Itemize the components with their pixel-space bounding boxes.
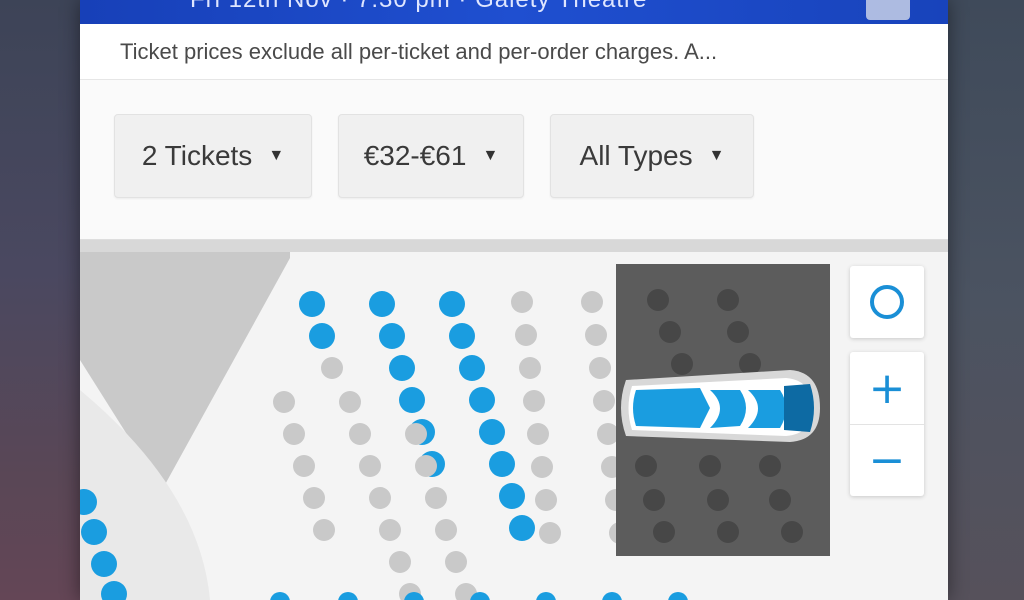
zoom-controls: + − [850, 352, 924, 496]
zoom-in-button[interactable]: + [850, 352, 924, 424]
preview-seat [769, 489, 791, 511]
reset-view-control[interactable] [850, 266, 924, 338]
preview-seat [647, 289, 669, 311]
event-header: Fri 12th Nov · 7:30 pm · Gaiety Theatre [80, 0, 948, 24]
unavailable-seat [273, 391, 295, 413]
header-menu-button[interactable] [866, 0, 910, 20]
price-notice-bar[interactable]: Ticket prices exclude all per-ticket and… [80, 24, 948, 80]
unavailable-seat [313, 519, 335, 541]
unavailable-seat [369, 487, 391, 509]
available-seat[interactable] [469, 387, 495, 413]
available-seat[interactable] [509, 515, 535, 541]
available-seat[interactable] [489, 451, 515, 477]
available-seat[interactable] [536, 592, 556, 600]
unavailable-seat [519, 357, 541, 379]
available-seat[interactable] [270, 592, 290, 600]
available-seat[interactable] [399, 387, 425, 413]
unavailable-seat [589, 357, 611, 379]
unavailable-seat [511, 291, 533, 313]
unavailable-seat [415, 455, 437, 477]
preview-seat [717, 521, 739, 543]
unavailable-seat [303, 487, 325, 509]
available-seat[interactable] [299, 291, 325, 317]
preview-seat [671, 353, 693, 375]
available-seat[interactable] [81, 519, 107, 545]
price-range-value: €32-€61 [363, 140, 467, 171]
filter-bar: 2 Tickets ▼ €32-€61 ▼ All Types ▼ [80, 80, 948, 240]
ticket-type-value: All Types [579, 140, 693, 171]
preview-seat [717, 289, 739, 311]
unavailable-seat [445, 551, 467, 573]
preview-seat [659, 321, 681, 343]
backdrop [948, 0, 1024, 600]
unavailable-seat [359, 455, 381, 477]
unavailable-seat [405, 423, 427, 445]
preview-seat [653, 521, 675, 543]
unavailable-seat [349, 423, 371, 445]
stage-view-thumbnail [621, 370, 820, 442]
unavailable-seat [389, 551, 411, 573]
unavailable-seat [531, 456, 553, 478]
unavailable-seat [527, 423, 549, 445]
preview-seat [699, 455, 721, 477]
chevron-down-icon: ▼ [708, 147, 725, 164]
zoom-out-button[interactable]: − [850, 424, 924, 496]
event-title: Fri 12th Nov · 7:30 pm · Gaiety Theatre [190, 0, 647, 14]
preview-seat [727, 321, 749, 343]
price-range-dropdown[interactable]: €32-€61 ▼ [338, 114, 524, 198]
unavailable-seat [593, 390, 615, 412]
available-seat[interactable] [499, 483, 525, 509]
available-seat[interactable] [668, 592, 688, 600]
seat-map-canvas[interactable] [80, 240, 948, 600]
map-top-edge [80, 240, 948, 252]
available-seat[interactable] [309, 323, 335, 349]
unavailable-seat [435, 519, 457, 541]
unavailable-seat [321, 357, 343, 379]
available-seat[interactable] [449, 323, 475, 349]
unavailable-seat [293, 455, 315, 477]
available-seat[interactable] [459, 355, 485, 381]
unavailable-seat [523, 390, 545, 412]
unavailable-seat [585, 324, 607, 346]
ticket-app-screen: Fri 12th Nov · 7:30 pm · Gaiety Theatre … [80, 0, 948, 600]
quantity-dropdown[interactable]: 2 Tickets ▼ [114, 114, 312, 198]
available-seat[interactable] [389, 355, 415, 381]
available-seat[interactable] [369, 291, 395, 317]
unavailable-seat [339, 391, 361, 413]
unavailable-seat [597, 423, 619, 445]
available-seat[interactable] [602, 592, 622, 600]
quantity-value: 2 Tickets [141, 140, 253, 171]
available-seat[interactable] [338, 592, 358, 600]
preview-seat [635, 455, 657, 477]
ring-icon [870, 285, 904, 319]
preview-seat [759, 455, 781, 477]
available-seat[interactable] [479, 419, 505, 445]
preview-seat [707, 489, 729, 511]
unavailable-seat [539, 522, 561, 544]
unavailable-seat [283, 423, 305, 445]
chevron-down-icon: ▼ [268, 147, 285, 164]
preview-seat [781, 521, 803, 543]
reset-view-button[interactable] [850, 266, 924, 338]
ticket-type-dropdown[interactable]: All Types ▼ [550, 114, 754, 198]
unavailable-seat [535, 489, 557, 511]
price-notice-text: Ticket prices exclude all per-ticket and… [120, 39, 718, 64]
unavailable-seat [515, 324, 537, 346]
chevron-down-icon: ▼ [482, 147, 499, 164]
unavailable-seat [379, 519, 401, 541]
preview-seat [643, 489, 665, 511]
available-seat[interactable] [91, 551, 117, 577]
available-seat[interactable] [439, 291, 465, 317]
unavailable-seat [425, 487, 447, 509]
available-seat[interactable] [379, 323, 405, 349]
preview-seat [739, 353, 761, 375]
unavailable-seat [581, 291, 603, 313]
seat-map[interactable]: + − [80, 240, 948, 600]
